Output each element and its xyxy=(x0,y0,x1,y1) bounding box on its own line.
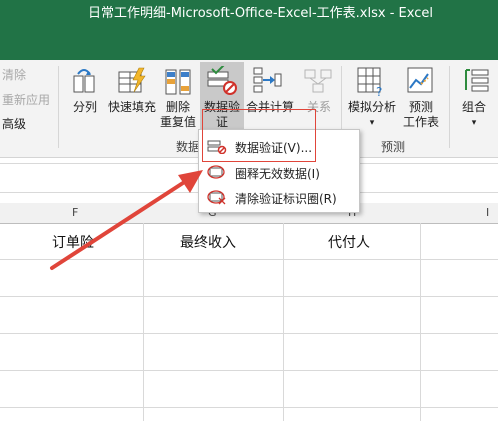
arrow-annotation-icon xyxy=(50,170,203,270)
